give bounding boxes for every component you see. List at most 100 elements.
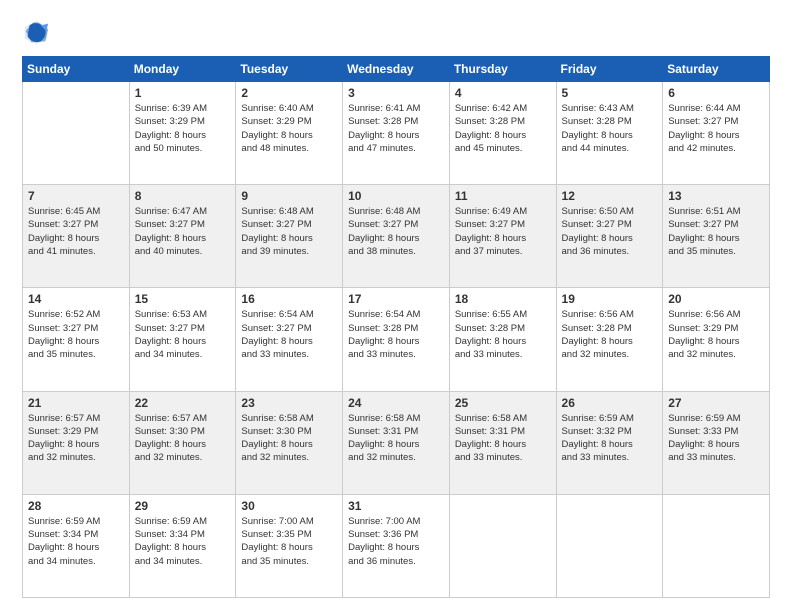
day-info: Sunrise: 6:59 AM Sunset: 3:34 PM Dayligh… xyxy=(135,515,231,568)
day-number: 25 xyxy=(455,396,551,410)
day-number: 20 xyxy=(668,292,764,306)
day-number: 18 xyxy=(455,292,551,306)
day-info: Sunrise: 6:54 AM Sunset: 3:28 PM Dayligh… xyxy=(348,308,444,361)
calendar-cell: 20 Sunrise: 6:56 AM Sunset: 3:29 PM Dayli… xyxy=(663,288,770,391)
day-info: Sunrise: 6:56 AM Sunset: 3:29 PM Dayligh… xyxy=(668,308,764,361)
day-number: 31 xyxy=(348,499,444,513)
day-info: Sunrise: 6:57 AM Sunset: 3:29 PM Dayligh… xyxy=(28,412,124,465)
day-info: Sunrise: 6:59 AM Sunset: 3:33 PM Dayligh… xyxy=(668,412,764,465)
calendar-cell: 17 Sunrise: 6:54 AM Sunset: 3:28 PM Dayli… xyxy=(343,288,450,391)
day-info: Sunrise: 6:51 AM Sunset: 3:27 PM Dayligh… xyxy=(668,205,764,258)
day-info: Sunrise: 7:00 AM Sunset: 3:35 PM Dayligh… xyxy=(241,515,337,568)
day-number: 3 xyxy=(348,86,444,100)
calendar-header-row: SundayMondayTuesdayWednesdayThursdayFrid… xyxy=(23,57,770,82)
calendar-cell: 10 Sunrise: 6:48 AM Sunset: 3:27 PM Dayli… xyxy=(343,185,450,288)
calendar-cell xyxy=(663,494,770,597)
day-number: 1 xyxy=(135,86,231,100)
calendar-cell: 31 Sunrise: 7:00 AM Sunset: 3:36 PM Dayli… xyxy=(343,494,450,597)
logo xyxy=(22,18,54,46)
day-info: Sunrise: 6:44 AM Sunset: 3:27 PM Dayligh… xyxy=(668,102,764,155)
page: SundayMondayTuesdayWednesdayThursdayFrid… xyxy=(0,0,792,612)
day-number: 26 xyxy=(562,396,658,410)
calendar-cell xyxy=(556,494,663,597)
calendar-cell: 9 Sunrise: 6:48 AM Sunset: 3:27 PM Daylig… xyxy=(236,185,343,288)
day-number: 11 xyxy=(455,189,551,203)
day-number: 14 xyxy=(28,292,124,306)
day-number: 17 xyxy=(348,292,444,306)
day-number: 15 xyxy=(135,292,231,306)
calendar-cell: 28Sunrise: 6:59 AM Sunset: 3:34 PM Dayli… xyxy=(23,494,130,597)
day-info: Sunrise: 6:40 AM Sunset: 3:29 PM Dayligh… xyxy=(241,102,337,155)
day-number: 24 xyxy=(348,396,444,410)
calendar-day-header: Thursday xyxy=(449,57,556,82)
calendar-day-header: Monday xyxy=(129,57,236,82)
calendar-cell: 18Sunrise: 6:55 AM Sunset: 3:28 PM Dayli… xyxy=(449,288,556,391)
day-number: 5 xyxy=(562,86,658,100)
day-info: Sunrise: 6:49 AM Sunset: 3:27 PM Dayligh… xyxy=(455,205,551,258)
calendar-table: SundayMondayTuesdayWednesdayThursdayFrid… xyxy=(22,56,770,598)
day-info: Sunrise: 6:48 AM Sunset: 3:27 PM Dayligh… xyxy=(241,205,337,258)
day-info: Sunrise: 6:58 AM Sunset: 3:31 PM Dayligh… xyxy=(455,412,551,465)
calendar-day-header: Sunday xyxy=(23,57,130,82)
calendar-week-row: 7Sunrise: 6:45 AM Sunset: 3:27 PM Daylig… xyxy=(23,185,770,288)
calendar-cell: 14 Sunrise: 6:52 AM Sunset: 3:27 PM Dayli… xyxy=(23,288,130,391)
day-number: 4 xyxy=(455,86,551,100)
calendar-cell: 11 Sunrise: 6:49 AM Sunset: 3:27 PM Dayli… xyxy=(449,185,556,288)
day-info: Sunrise: 6:47 AM Sunset: 3:27 PM Dayligh… xyxy=(135,205,231,258)
calendar-cell: 4 Sunrise: 6:42 AM Sunset: 3:28 PM Daylig… xyxy=(449,82,556,185)
day-number: 16 xyxy=(241,292,337,306)
calendar-cell: 29 Sunrise: 6:59 AM Sunset: 3:34 PM Dayli… xyxy=(129,494,236,597)
day-info: Sunrise: 6:58 AM Sunset: 3:31 PM Dayligh… xyxy=(348,412,444,465)
calendar-cell: 30 Sunrise: 7:00 AM Sunset: 3:35 PM Dayli… xyxy=(236,494,343,597)
calendar-week-row: 1 Sunrise: 6:39 AM Sunset: 3:29 PM Daylig… xyxy=(23,82,770,185)
calendar-cell: 27 Sunrise: 6:59 AM Sunset: 3:33 PM Dayli… xyxy=(663,391,770,494)
day-number: 27 xyxy=(668,396,764,410)
day-info: Sunrise: 6:50 AM Sunset: 3:27 PM Dayligh… xyxy=(562,205,658,258)
day-info: Sunrise: 6:41 AM Sunset: 3:28 PM Dayligh… xyxy=(348,102,444,155)
day-number: 6 xyxy=(668,86,764,100)
calendar-cell: 6 Sunrise: 6:44 AM Sunset: 3:27 PM Daylig… xyxy=(663,82,770,185)
day-info: Sunrise: 6:52 AM Sunset: 3:27 PM Dayligh… xyxy=(28,308,124,361)
day-info: Sunrise: 6:54 AM Sunset: 3:27 PM Dayligh… xyxy=(241,308,337,361)
calendar-cell: 7Sunrise: 6:45 AM Sunset: 3:27 PM Daylig… xyxy=(23,185,130,288)
calendar-day-header: Friday xyxy=(556,57,663,82)
calendar-week-row: 21 Sunrise: 6:57 AM Sunset: 3:29 PM Dayli… xyxy=(23,391,770,494)
header xyxy=(22,18,770,46)
day-number: 30 xyxy=(241,499,337,513)
day-info: Sunrise: 6:56 AM Sunset: 3:28 PM Dayligh… xyxy=(562,308,658,361)
calendar-cell: 13 Sunrise: 6:51 AM Sunset: 3:27 PM Dayli… xyxy=(663,185,770,288)
calendar-cell: 26Sunrise: 6:59 AM Sunset: 3:32 PM Dayli… xyxy=(556,391,663,494)
day-info: Sunrise: 6:45 AM Sunset: 3:27 PM Dayligh… xyxy=(28,205,124,258)
calendar-cell xyxy=(23,82,130,185)
calendar-cell: 16 Sunrise: 6:54 AM Sunset: 3:27 PM Dayli… xyxy=(236,288,343,391)
calendar-week-row: 14 Sunrise: 6:52 AM Sunset: 3:27 PM Dayli… xyxy=(23,288,770,391)
day-info: Sunrise: 7:00 AM Sunset: 3:36 PM Dayligh… xyxy=(348,515,444,568)
logo-icon xyxy=(22,18,50,46)
calendar-cell: 5Sunrise: 6:43 AM Sunset: 3:28 PM Daylig… xyxy=(556,82,663,185)
calendar-cell: 2 Sunrise: 6:40 AM Sunset: 3:29 PM Daylig… xyxy=(236,82,343,185)
day-number: 9 xyxy=(241,189,337,203)
day-number: 21 xyxy=(28,396,124,410)
day-number: 10 xyxy=(348,189,444,203)
day-info: Sunrise: 6:58 AM Sunset: 3:30 PM Dayligh… xyxy=(241,412,337,465)
day-number: 2 xyxy=(241,86,337,100)
day-info: Sunrise: 6:39 AM Sunset: 3:29 PM Dayligh… xyxy=(135,102,231,155)
calendar-week-row: 28Sunrise: 6:59 AM Sunset: 3:34 PM Dayli… xyxy=(23,494,770,597)
calendar-cell: 1 Sunrise: 6:39 AM Sunset: 3:29 PM Daylig… xyxy=(129,82,236,185)
calendar-cell: 23 Sunrise: 6:58 AM Sunset: 3:30 PM Dayli… xyxy=(236,391,343,494)
day-info: Sunrise: 6:57 AM Sunset: 3:30 PM Dayligh… xyxy=(135,412,231,465)
calendar-day-header: Saturday xyxy=(663,57,770,82)
day-number: 8 xyxy=(135,189,231,203)
day-info: Sunrise: 6:53 AM Sunset: 3:27 PM Dayligh… xyxy=(135,308,231,361)
day-info: Sunrise: 6:48 AM Sunset: 3:27 PM Dayligh… xyxy=(348,205,444,258)
day-info: Sunrise: 6:42 AM Sunset: 3:28 PM Dayligh… xyxy=(455,102,551,155)
day-info: Sunrise: 6:59 AM Sunset: 3:34 PM Dayligh… xyxy=(28,515,124,568)
calendar-cell: 15 Sunrise: 6:53 AM Sunset: 3:27 PM Dayli… xyxy=(129,288,236,391)
calendar-cell xyxy=(449,494,556,597)
calendar-cell: 12 Sunrise: 6:50 AM Sunset: 3:27 PM Dayli… xyxy=(556,185,663,288)
calendar-cell: 21 Sunrise: 6:57 AM Sunset: 3:29 PM Dayli… xyxy=(23,391,130,494)
day-number: 23 xyxy=(241,396,337,410)
day-number: 13 xyxy=(668,189,764,203)
day-number: 29 xyxy=(135,499,231,513)
day-number: 12 xyxy=(562,189,658,203)
